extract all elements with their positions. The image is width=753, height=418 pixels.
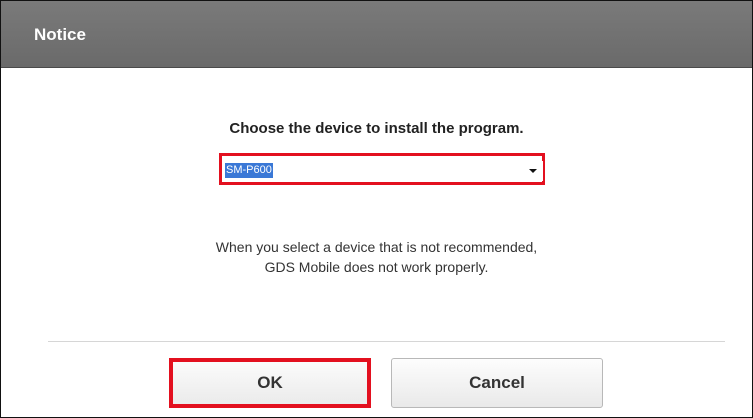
chevron-down-icon[interactable] <box>529 169 537 173</box>
dialog-title-bar: Notice <box>1 1 752 68</box>
warning-line-2: GDS Mobile does not work properly. <box>264 259 489 275</box>
cancel-button[interactable]: Cancel <box>391 358 603 408</box>
warning-message: When you select a device that is not rec… <box>1 237 752 277</box>
notice-dialog: Notice Choose the device to install the … <box>0 0 753 418</box>
button-divider <box>48 341 725 342</box>
device-select-value: SM-P600 <box>225 163 273 178</box>
device-select[interactable]: SM-P600 <box>223 161 543 181</box>
warning-line-1: When you select a device that is not rec… <box>215 239 538 255</box>
ok-button[interactable]: OK <box>169 358 371 408</box>
device-prompt: Choose the device to install the program… <box>229 120 524 137</box>
dialog-title: Notice <box>34 25 86 44</box>
